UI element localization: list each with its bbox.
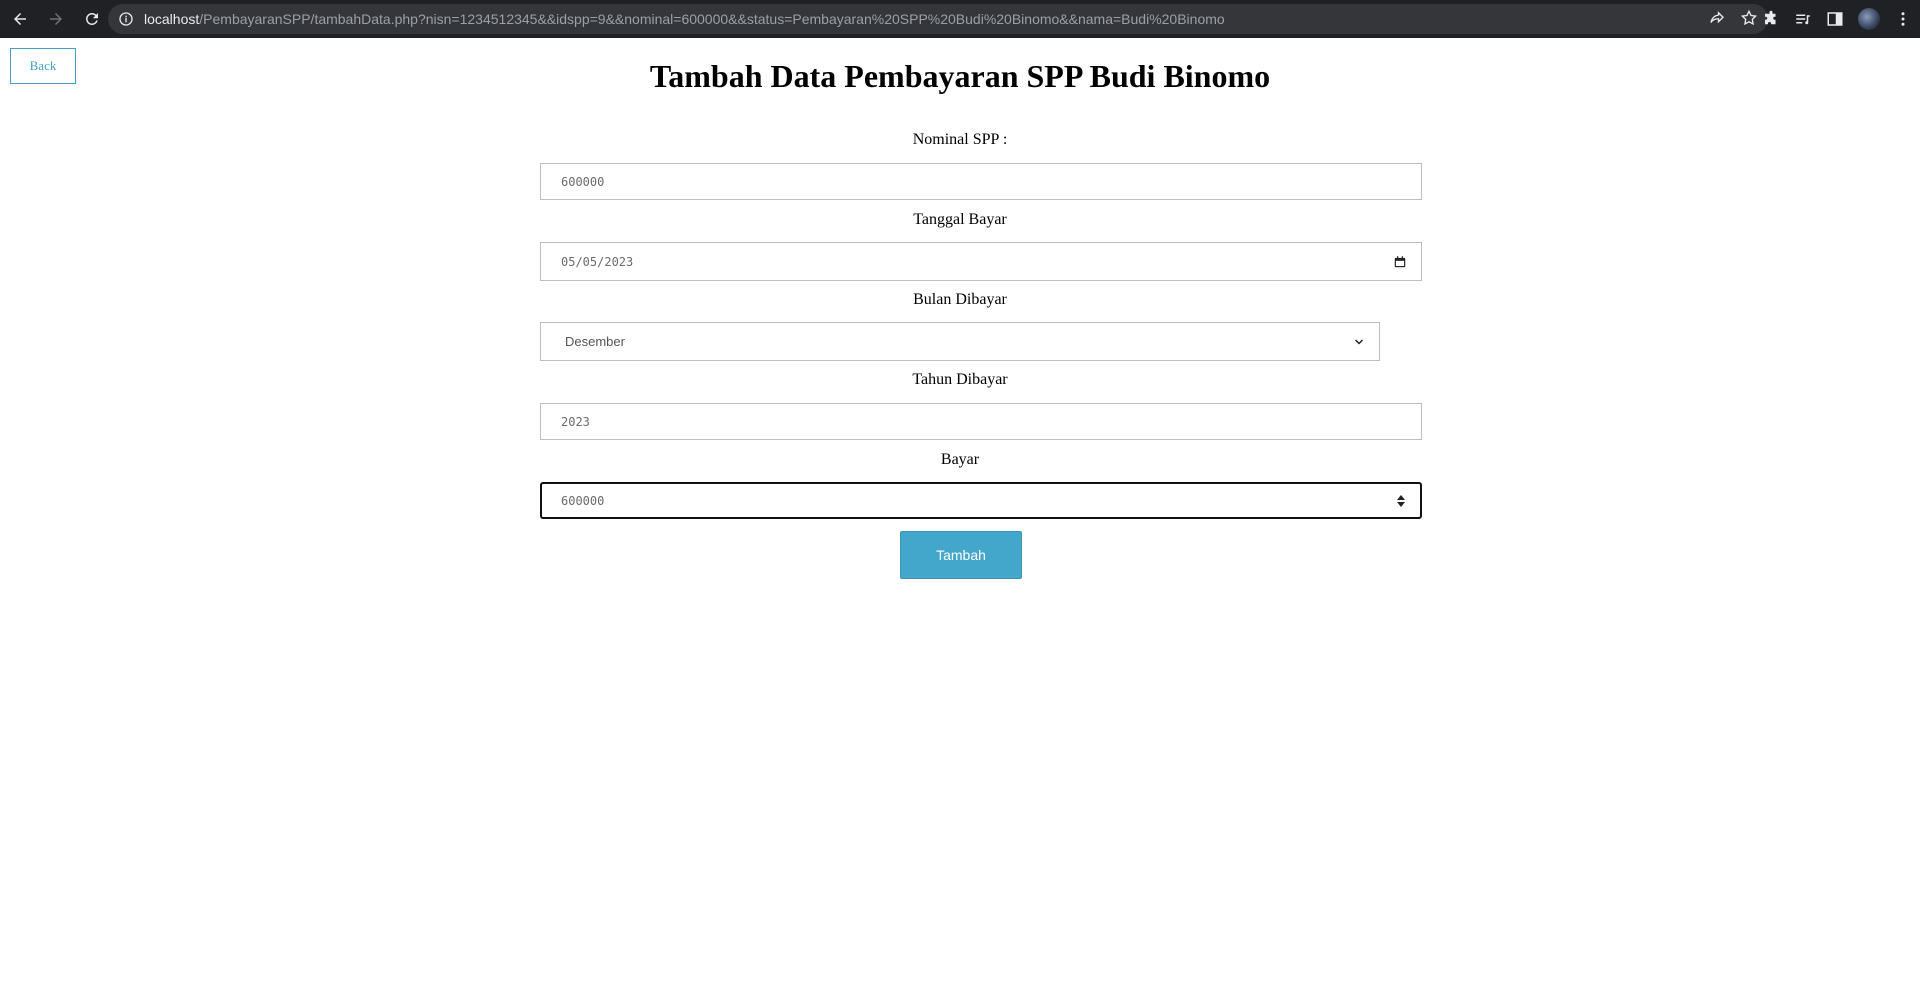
back-arrow-icon[interactable] <box>4 3 36 35</box>
page-title: Tambah Data Pembayaran SPP Budi Binomo <box>649 58 1271 94</box>
tahun-label: Tahun Dibayar <box>912 371 1008 388</box>
tanggal-label: Tanggal Bayar <box>913 211 1007 228</box>
bayar-label: Bayar <box>940 451 980 468</box>
chevron-down-icon <box>1354 338 1364 345</box>
nominal-label: Nominal SPP : <box>912 131 1008 148</box>
tanggal-date-input[interactable]: 05/05/2023 <box>540 242 1422 281</box>
site-info-icon[interactable] <box>118 11 134 27</box>
bulan-selected-value: Desember <box>565 334 625 349</box>
tahun-input[interactable]: 2023 <box>540 403 1422 440</box>
spinner-arrows-icon[interactable] <box>1396 494 1406 508</box>
bookmark-star-icon[interactable] <box>1740 9 1758 27</box>
reading-list-icon[interactable] <box>1794 10 1812 28</box>
calendar-icon[interactable] <box>1393 255 1407 269</box>
extensions-puzzle-icon[interactable] <box>1762 10 1780 28</box>
reload-icon[interactable] <box>76 3 108 35</box>
tahun-value: 2023 <box>561 414 590 429</box>
bulan-label: Bulan Dibayar <box>913 291 1007 308</box>
forward-arrow-icon[interactable] <box>40 3 72 35</box>
side-panel-icon[interactable] <box>1826 10 1844 28</box>
tanggal-value: 05/05/2023 <box>561 254 634 269</box>
url-path: /PembayaranSPP/tambahData.php?nisn=12345… <box>199 11 1225 27</box>
address-bar[interactable]: localhost/PembayaranSPP/tambahData.php?n… <box>108 4 1768 34</box>
tambah-button[interactable]: Tambah <box>900 531 1022 579</box>
bayar-number-input[interactable]: 600000 <box>540 482 1422 519</box>
bayar-value: 600000 <box>561 493 605 508</box>
browser-toolbar: localhost/PembayaranSPP/tambahData.php?n… <box>0 0 1920 38</box>
profile-avatar[interactable] <box>1858 8 1880 30</box>
bulan-select[interactable]: Desember <box>540 322 1380 361</box>
nominal-input[interactable]: 600000 <box>540 163 1422 200</box>
nominal-value: 600000 <box>561 174 605 189</box>
url-host: localhost <box>144 11 200 27</box>
kebab-menu-icon[interactable] <box>1894 10 1912 28</box>
share-icon[interactable] <box>1708 9 1726 27</box>
